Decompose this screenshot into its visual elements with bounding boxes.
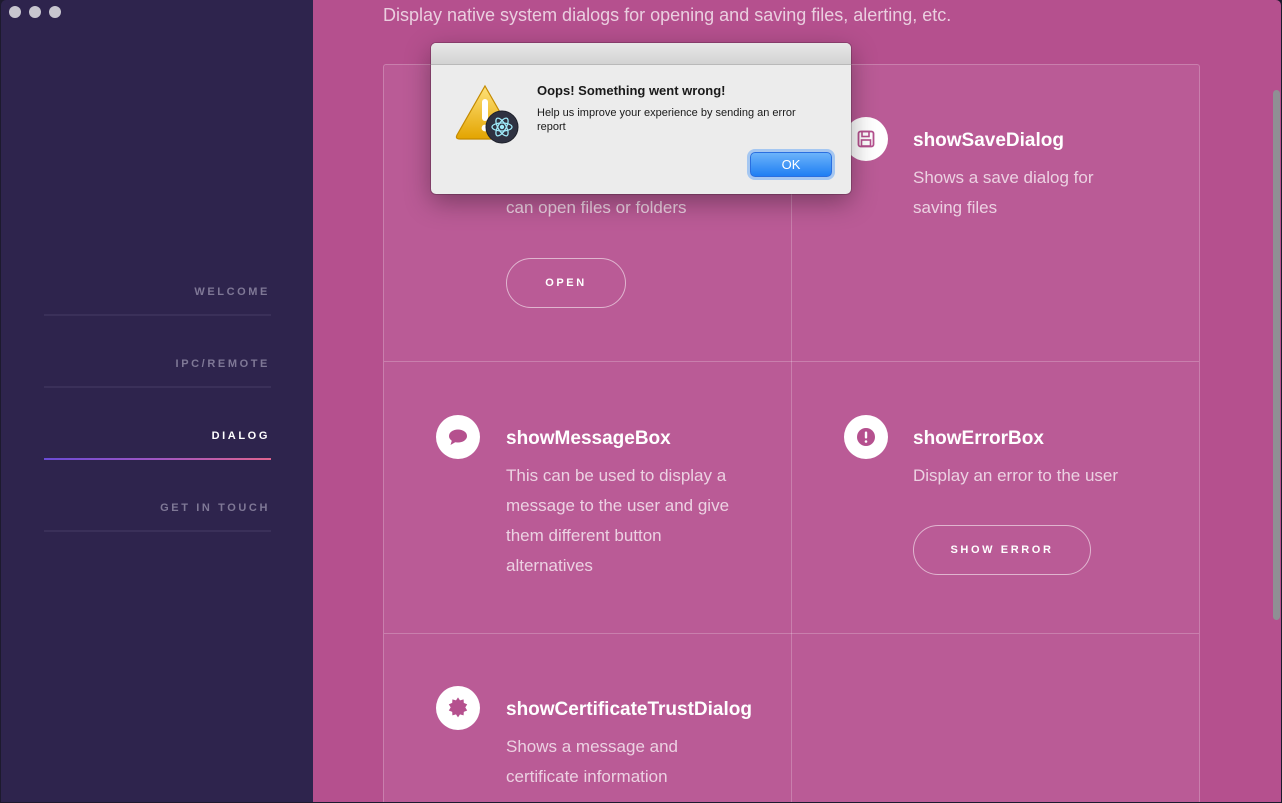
card-save-dialog: showSaveDialog Shows a save dialog for s… (792, 65, 1199, 361)
speech-bubble-icon (436, 415, 480, 459)
window-controls (9, 6, 61, 18)
sidebar-item-welcome[interactable]: WELCOME (44, 268, 271, 340)
sidebar-item-get-in-touch[interactable]: GET IN TOUCH (44, 484, 271, 556)
warning-icon (455, 83, 521, 149)
scrollbar-thumb[interactable] (1273, 90, 1280, 620)
card-certificate-trust: showCertificateTrustDialog Shows a messa… (384, 634, 791, 802)
nav-underline-active (44, 458, 271, 460)
sidebar-item-ipc-remote[interactable]: IPC/REMOTE (44, 340, 271, 412)
minimize-window-button[interactable] (29, 6, 41, 18)
sidebar-nav: WELCOME IPC/REMOTE DIALOG GET IN TOUCH (44, 268, 271, 556)
open-button[interactable]: OPEN (506, 258, 626, 308)
show-error-button[interactable]: SHOW ERROR (913, 525, 1091, 575)
card-title: showMessageBox (506, 428, 671, 449)
certificate-icon (436, 686, 480, 730)
error-alert-dialog: Oops! Something went wrong! Help us impr… (431, 43, 851, 194)
ok-button[interactable]: OK (750, 152, 832, 177)
dialog-message: Help us improve your experience by sendi… (537, 107, 796, 133)
nav-underline (44, 314, 271, 316)
card-title: showErrorBox (913, 428, 1044, 449)
section-subtitle: Display native system dialogs for openin… (383, 5, 952, 25)
scrollbar[interactable] (1271, 80, 1281, 620)
card-message-box: showMessageBox This can be used to displ… (384, 362, 791, 633)
card-description: Display an error to the user (913, 466, 1119, 485)
sidebar-item-label: WELCOME (194, 286, 270, 298)
nav-underline (44, 386, 271, 388)
close-window-button[interactable] (9, 6, 21, 18)
card-description: can open files or folders (506, 198, 687, 217)
sidebar-item-label: IPC/REMOTE (175, 358, 270, 370)
exclamation-icon (844, 415, 888, 459)
card-title: showCertificateTrustDialog (506, 699, 752, 720)
sidebar: WELCOME IPC/REMOTE DIALOG GET IN TOUCH (1, 0, 313, 802)
card-description: Shows a message and certificate informat… (506, 737, 678, 786)
card-description: Shows a save dialog for saving files (913, 168, 1094, 217)
sidebar-item-dialog[interactable]: DIALOG (44, 412, 271, 484)
maximize-window-button[interactable] (49, 6, 61, 18)
card-description: This can be used to display a message to… (506, 466, 730, 575)
nav-underline (44, 530, 271, 532)
dialog-titlebar (431, 43, 851, 65)
card-title: showSaveDialog (913, 130, 1064, 151)
sidebar-item-label: DIALOG (211, 430, 270, 442)
dialog-title: Oops! Something went wrong! (537, 83, 726, 98)
card-error-box: showErrorBox Display an error to the use… (792, 362, 1199, 633)
sidebar-item-label: GET IN TOUCH (160, 502, 270, 514)
